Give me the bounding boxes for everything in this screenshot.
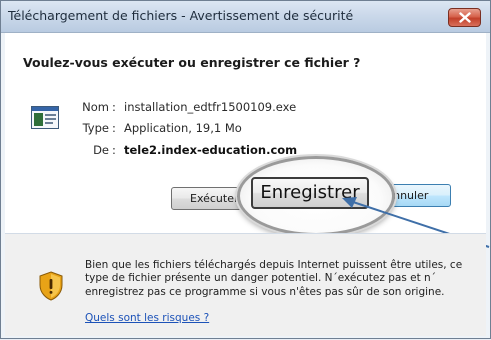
close-button[interactable]: [448, 8, 481, 27]
window-title: Téléchargement de fichiers - Avertisseme…: [8, 8, 354, 23]
name-separator: :: [112, 100, 116, 114]
warning-text: Bien que les fichiers téléchargés depuis…: [85, 259, 485, 299]
save-button[interactable]: Enregistrer: [251, 177, 369, 209]
name-label: Nom: [82, 100, 109, 114]
close-icon: [459, 12, 471, 23]
title-bar[interactable]: Téléchargement de fichiers - Avertisseme…: [1, 1, 490, 33]
risks-link[interactable]: Quels sont les risques ?: [85, 312, 209, 324]
type-separator: :: [112, 121, 116, 135]
source-separator: :: [112, 143, 116, 157]
file-type-value: Application, 19,1 Mo: [124, 121, 242, 135]
warning-line: type de fichier présente un danger poten…: [85, 272, 436, 285]
type-label: Type: [82, 121, 109, 135]
file-source-value: tele2.index-education.com: [124, 143, 298, 157]
dialog-question: Voulez-vous exécuter ou enregistrer ce f…: [23, 55, 361, 70]
file-name-value: installation_edtfr1500109.exe: [124, 100, 297, 114]
warning-line: Bien que les fichiers téléchargés depuis…: [85, 259, 463, 271]
shield-warning-icon: [39, 271, 63, 301]
warning-line: enregistrez pas ce programme si vous n'ê…: [85, 285, 445, 298]
source-label: De: [93, 143, 109, 157]
download-security-dialog: Téléchargement de fichiers - Avertisseme…: [0, 0, 491, 339]
